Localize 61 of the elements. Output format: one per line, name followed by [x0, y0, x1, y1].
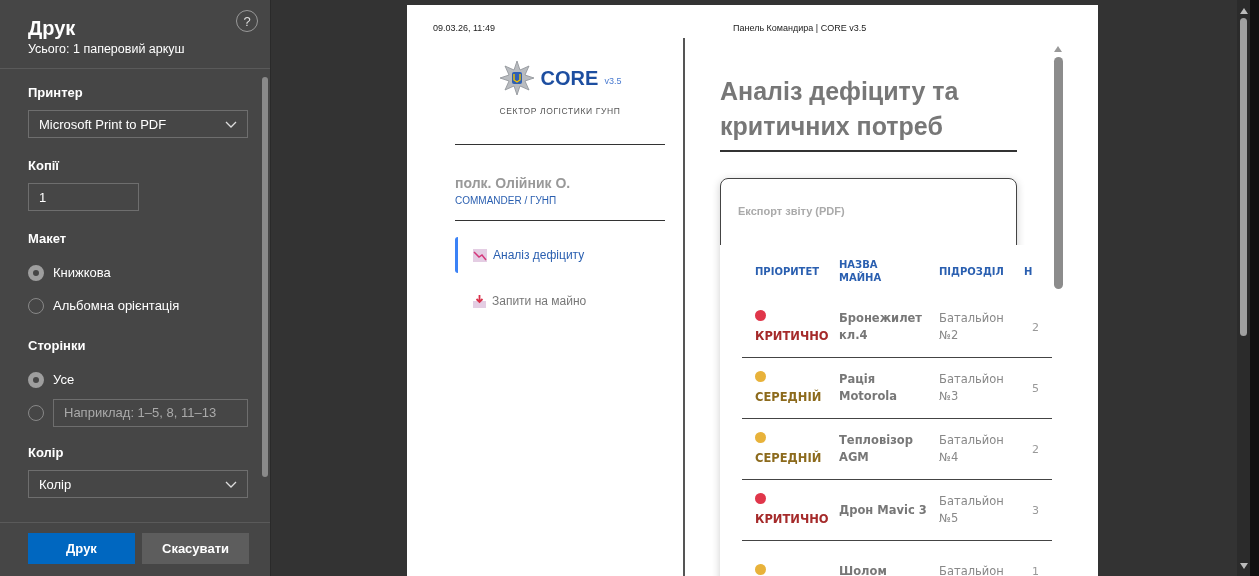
brand-name: CORE [540, 66, 599, 90]
chevron-icon [225, 480, 237, 488]
scrollbar-thumb[interactable] [1240, 18, 1247, 336]
priority-label: СЕРЕДНІЙ [755, 451, 822, 465]
scroll-down-icon[interactable] [1239, 563, 1248, 569]
user-role: COMMANDER / ГУНП [455, 195, 558, 206]
table-cell-text: 2 [1031, 442, 1040, 456]
page-header: Панель Командира | CORE v3.5 [733, 23, 867, 35]
layout-label: Макет [28, 231, 68, 246]
priority-label: КРИТИЧНО [755, 512, 829, 526]
brand-subtitle: СЕКТОР ЛОГІСТИКИ ГУНП [498, 106, 622, 116]
page-title: Аналіз дефіциту та критичних потреб [720, 74, 1017, 152]
printer-select[interactable]: Microsoft Print to PDF [28, 110, 248, 138]
dialog-title: Друк [28, 17, 77, 40]
scrollbar-thumb[interactable] [262, 77, 268, 477]
table-cell-text: 5 [1031, 381, 1040, 395]
table-cell-text: Бронежилет кл.4 [839, 310, 924, 344]
nav-item[interactable]: Аналіз дефіциту [455, 237, 665, 273]
cancel-button[interactable]: Скасувати [142, 533, 249, 564]
table-cell-text: Батальйон №5 [939, 493, 1005, 527]
column-header: Н [1024, 264, 1034, 278]
page-range-field[interactable]: Наприклад: 1–5, 8, 11–13 [53, 398, 248, 427]
print-button[interactable]: Друк [28, 533, 135, 564]
table-cell-text: 2 [1031, 320, 1040, 334]
nav-item[interactable]: Запити на майно [455, 283, 665, 319]
pages-label: Сторінки [28, 338, 87, 353]
sheet-count: Усього: 1 паперовий аркуш [28, 42, 185, 56]
chevron-icon [225, 120, 237, 128]
user-name: полк. Олійник О. [455, 175, 572, 191]
star-badge-icon [498, 60, 535, 96]
chart-down-icon [473, 248, 487, 262]
radio-label: Альбомна орієнтація [53, 298, 180, 313]
table-cell-text: Батальйон №2 [939, 310, 1005, 344]
scroll-up-icon[interactable] [1239, 8, 1248, 14]
table-cell-text: Батальйон [939, 562, 1005, 576]
radio-label: Усе [53, 372, 75, 387]
priority-label: КРИТИЧНО [755, 329, 829, 343]
brand-version: v3.5 [604, 76, 622, 86]
table-cell-text: Тепловізор AGM [839, 432, 914, 466]
table-cell-text: Батальйон №4 [939, 432, 1005, 466]
table-cell-text: Рація Motorola [839, 371, 899, 405]
priority-label: СЕРЕДНІЙ [755, 390, 822, 404]
color-select[interactable]: Колір [28, 470, 248, 498]
table-cell-text: 3 [1031, 503, 1040, 517]
inbox-icon [473, 294, 486, 308]
color-label: Колір [28, 445, 65, 460]
column-header: ПРІОРИТЕТ [754, 264, 821, 278]
copies-field[interactable]: 1 [28, 183, 139, 211]
print-date: 09.03.26, 11:49 [433, 23, 496, 35]
printer-label: Принтер [28, 85, 84, 100]
scroll-up-icon [1054, 46, 1062, 52]
table-cell-text: Батальйон №3 [939, 371, 1005, 405]
radio-button[interactable] [28, 371, 44, 388]
copies-label: Копії [28, 158, 60, 173]
table-cell-text: Шолом [839, 562, 888, 576]
radio-label: Книжкова [53, 265, 111, 280]
column-header: НАЗВА МАЙНА [839, 258, 883, 284]
table-cell-text: Дрон Mavic 3 [839, 501, 928, 519]
table-cell-text: 1 [1031, 564, 1040, 576]
column-header: ПІДРОЗДІЛ [939, 264, 1005, 278]
radio-button[interactable] [28, 264, 44, 281]
